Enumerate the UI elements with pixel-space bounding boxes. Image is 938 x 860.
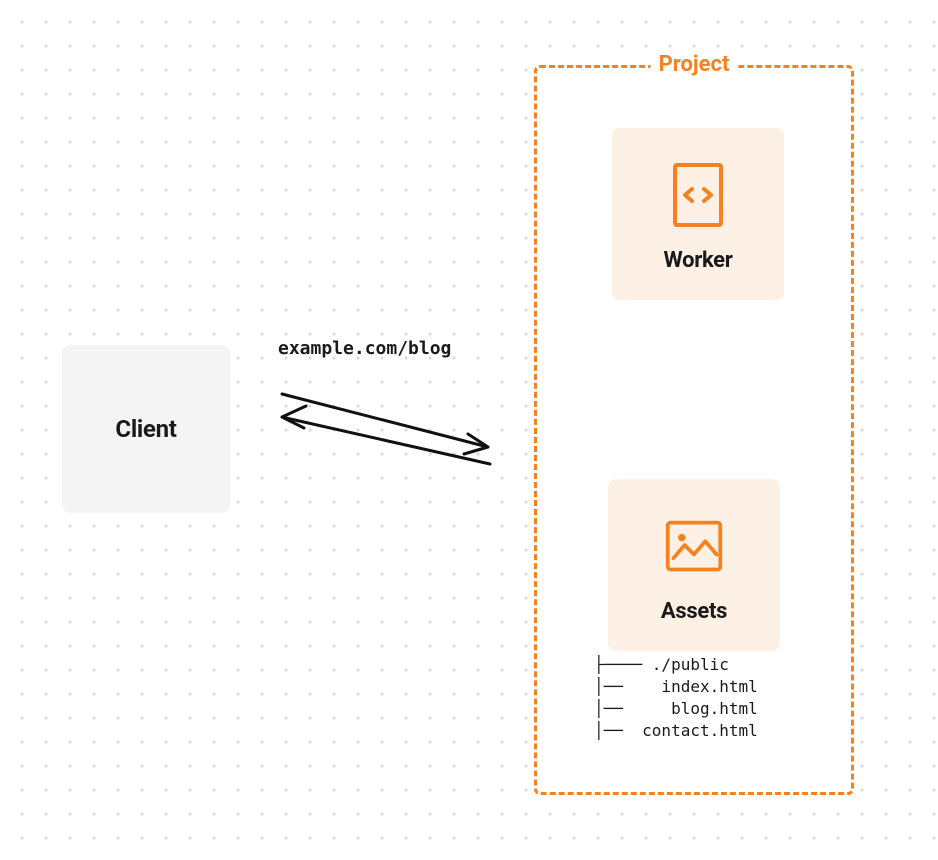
tree-file: │── index.html <box>594 677 758 696</box>
worker-card: Worker <box>612 128 784 300</box>
assets-card: Assets <box>608 479 780 651</box>
diagram-stage: Client example.com/blog Project Worker <box>0 0 938 860</box>
client-label: Client <box>115 415 176 443</box>
code-file-icon <box>668 160 728 230</box>
tree-file: │── blog.html <box>594 699 758 718</box>
project-container: Project Worker Assets <box>534 65 854 795</box>
tree-file: │── contact.html <box>594 721 758 740</box>
project-title: Project <box>651 52 738 77</box>
assets-file-tree: ├──── ./public │── index.html │── blog.h… <box>594 654 758 742</box>
request-url-label: example.com/blog <box>278 338 451 359</box>
client-box: Client <box>62 345 230 513</box>
worker-label: Worker <box>663 248 732 273</box>
request-response-arrows-icon <box>268 376 502 478</box>
tree-root: ├──── ./public <box>594 655 729 674</box>
assets-label: Assets <box>661 599 727 624</box>
image-icon <box>664 511 724 581</box>
